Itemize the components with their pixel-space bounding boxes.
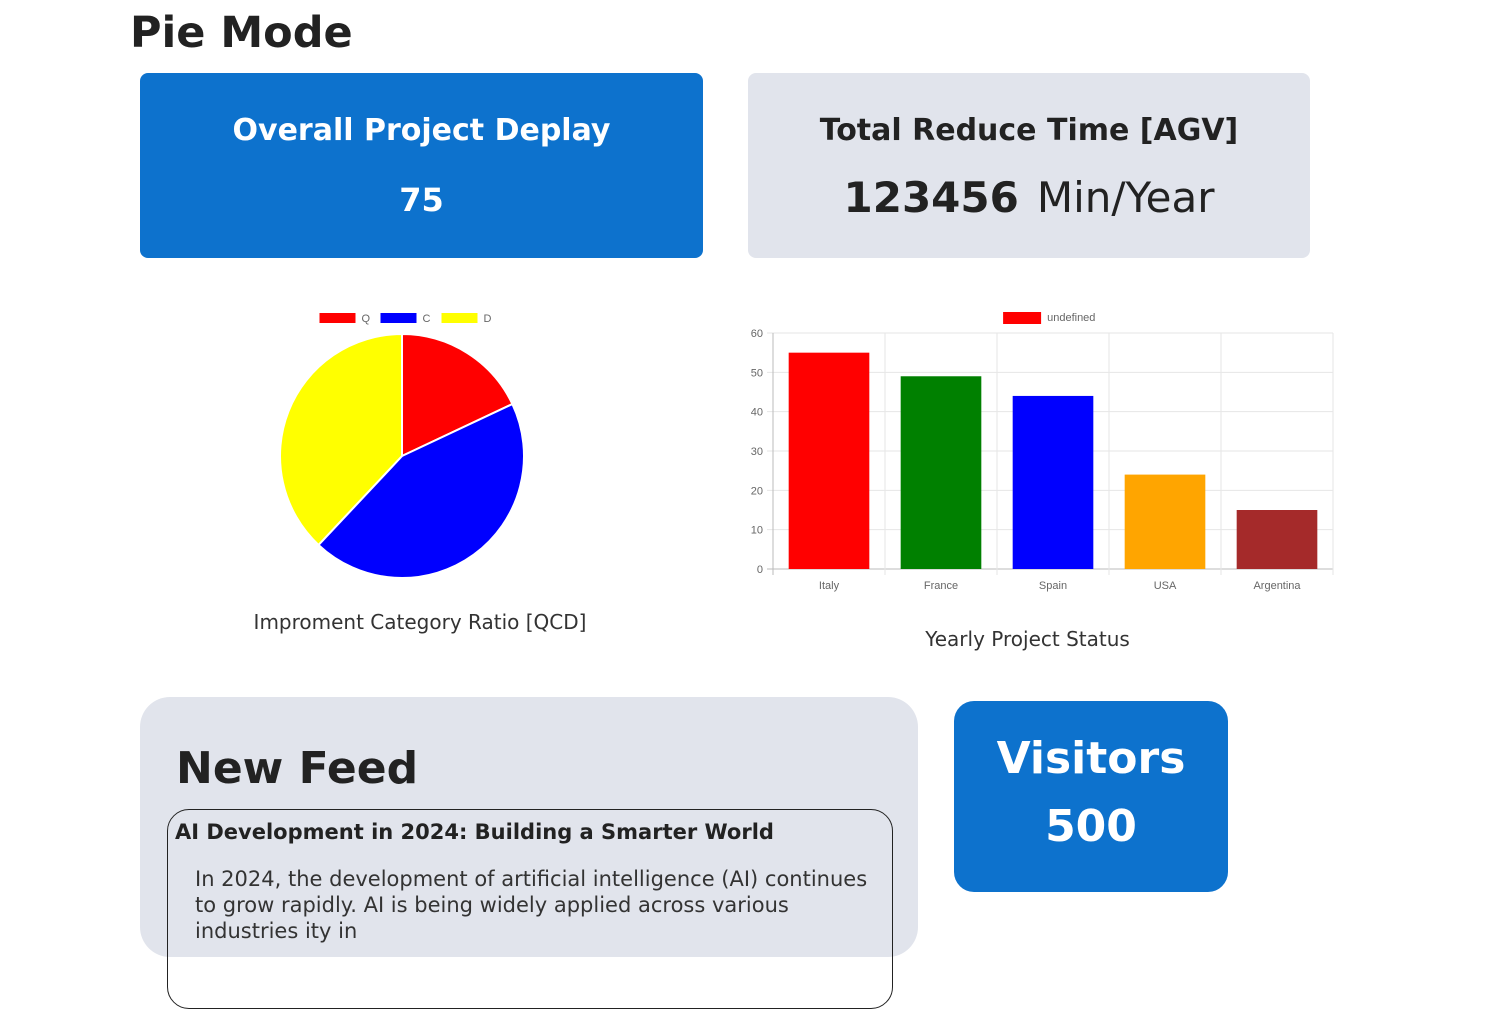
bar-legend-label[interactable]: undefined (1047, 312, 1095, 324)
bar-y-tick-label: 20 (751, 485, 763, 497)
reduce-time-title: Total Reduce Time [AGV] (819, 113, 1239, 148)
reduce-time-value-row: 123456 Min/Year (748, 173, 1310, 222)
article-title[interactable]: AI Development in 2024: Building a Smart… (175, 820, 774, 844)
bar-usa[interactable] (1124, 474, 1206, 569)
bar-italy[interactable] (788, 352, 870, 569)
bar-chart-caption: Yearly Project Status (925, 627, 1130, 651)
bar-y-tick-label: 10 (751, 525, 763, 537)
pie-legend-label-q[interactable]: Q (362, 313, 371, 325)
bar-y-tick-label: 40 (751, 407, 763, 419)
bar-x-tick-label: Argentina (1253, 580, 1301, 592)
pie-chart-caption: Improment Category Ratio [QCD] (253, 610, 587, 634)
article-body: In 2024, the development of artificial i… (195, 867, 868, 943)
bar-france[interactable] (900, 376, 982, 569)
bar-legend-swatch[interactable] (1003, 312, 1042, 324)
bar-y-tick-label: 50 (751, 367, 763, 379)
bar-y-tick-label: 30 (751, 446, 763, 458)
pie-legend-swatch-q[interactable] (319, 313, 356, 323)
project-deploy-value: 75 (399, 181, 444, 219)
qcd-pie-chart: QCD (240, 300, 570, 590)
pie-chart-svg: QCD (279, 313, 525, 579)
project-deploy-card: Overall Project Deplay 75 (140, 73, 703, 258)
yearly-bar-chart: undefined 0 10 20 30 40 50 60 Italy France Spain US… (735, 300, 1345, 610)
page-title: Pie Mode (130, 8, 353, 58)
bar-x-tick-label: Italy (819, 580, 840, 592)
bar-x-tick-label: France (924, 580, 958, 592)
news-feed-panel: New Feed AI Development in 2024: Buildin… (140, 697, 918, 1009)
visitors-card: Visitors 500 (954, 701, 1228, 892)
pie-legend-swatch-c[interactable] (380, 313, 417, 323)
bar-y-tick-label: 60 (751, 328, 763, 340)
visitors-value: 500 (1045, 801, 1137, 852)
bar-x-tick-label: USA (1154, 580, 1177, 592)
project-deploy-title: Overall Project Deplay (232, 113, 611, 148)
bar-chart-svg: undefined 0 10 20 30 40 50 60 Italy France Spain US… (751, 312, 1334, 592)
visitors-title: Visitors (996, 733, 1186, 784)
bar-y-tick-label: 0 (757, 564, 763, 576)
reduce-time-value: 123456 (843, 173, 1019, 222)
bar-spain[interactable] (1012, 395, 1094, 569)
pie-legend-label-d[interactable]: D (484, 313, 492, 325)
reduce-time-unit: Min/Year (1036, 173, 1215, 222)
feed-article-card[interactable]: AI Development in 2024: Building a Smart… (167, 809, 893, 1009)
feed-title: New Feed (176, 743, 419, 794)
pie-legend-label-c[interactable]: C (423, 313, 431, 325)
pie-legend-swatch-d[interactable] (441, 313, 478, 323)
reduce-time-card: Total Reduce Time [AGV] 123456 Min/Year (748, 73, 1310, 258)
bar-x-tick-label: Spain (1039, 580, 1067, 592)
bar-argentina[interactable] (1236, 510, 1318, 569)
